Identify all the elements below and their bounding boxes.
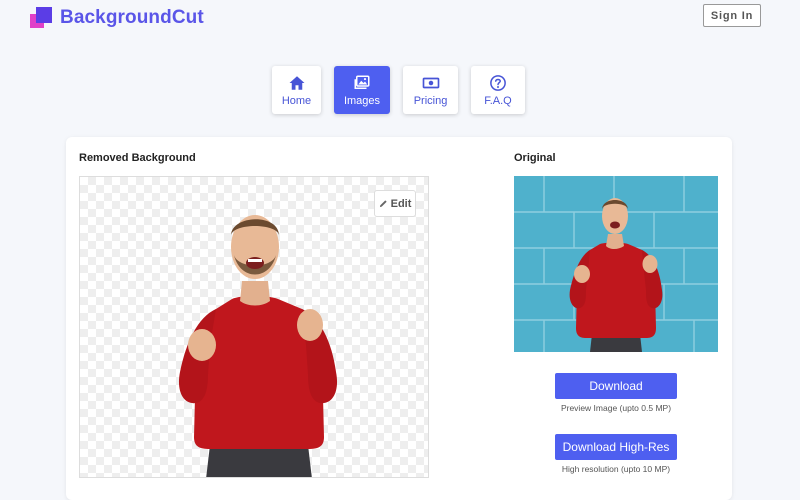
brand-logo[interactable]: BackgroundCut [30, 6, 204, 30]
brand-name: BackgroundCut [60, 7, 204, 28]
sign-in-button[interactable]: Sign In [703, 4, 761, 27]
tab-label: Pricing [413, 94, 448, 107]
original-image [514, 176, 718, 352]
tab-faq[interactable]: F.A.Q [471, 66, 525, 114]
home-icon [289, 75, 304, 90]
download-caption: Preview Image (upto 0.5 MP) [560, 403, 672, 413]
original-photo [514, 176, 718, 352]
tab-home[interactable]: Home [272, 66, 321, 114]
main-nav: Home Images Pricing F.A.Q [272, 66, 525, 114]
edit-button[interactable]: Edit [374, 190, 416, 217]
cutout-person-image [178, 215, 338, 477]
tab-images[interactable]: Images [334, 66, 390, 114]
original-heading: Original [514, 152, 556, 164]
removed-background-image: Edit [79, 176, 429, 478]
result-card: Removed Background Original Edit Downloa… [66, 137, 732, 500]
tab-label: Images [343, 94, 381, 107]
money-icon [422, 77, 439, 88]
pencil-icon [379, 200, 387, 208]
download-high-res-button[interactable]: Download High-Res [555, 434, 677, 460]
question-circle-icon [490, 74, 506, 91]
images-icon [354, 75, 370, 89]
tab-label: Home [281, 94, 312, 107]
download-high-res-caption: High resolution (upto 10 MP) [561, 464, 671, 474]
download-button[interactable]: Download [555, 373, 677, 399]
edit-label: Edit [390, 197, 412, 210]
logo-squares-icon [30, 6, 54, 30]
removed-background-heading: Removed Background [79, 152, 196, 164]
tab-pricing[interactable]: Pricing [403, 66, 458, 114]
tab-label: F.A.Q [484, 94, 512, 107]
